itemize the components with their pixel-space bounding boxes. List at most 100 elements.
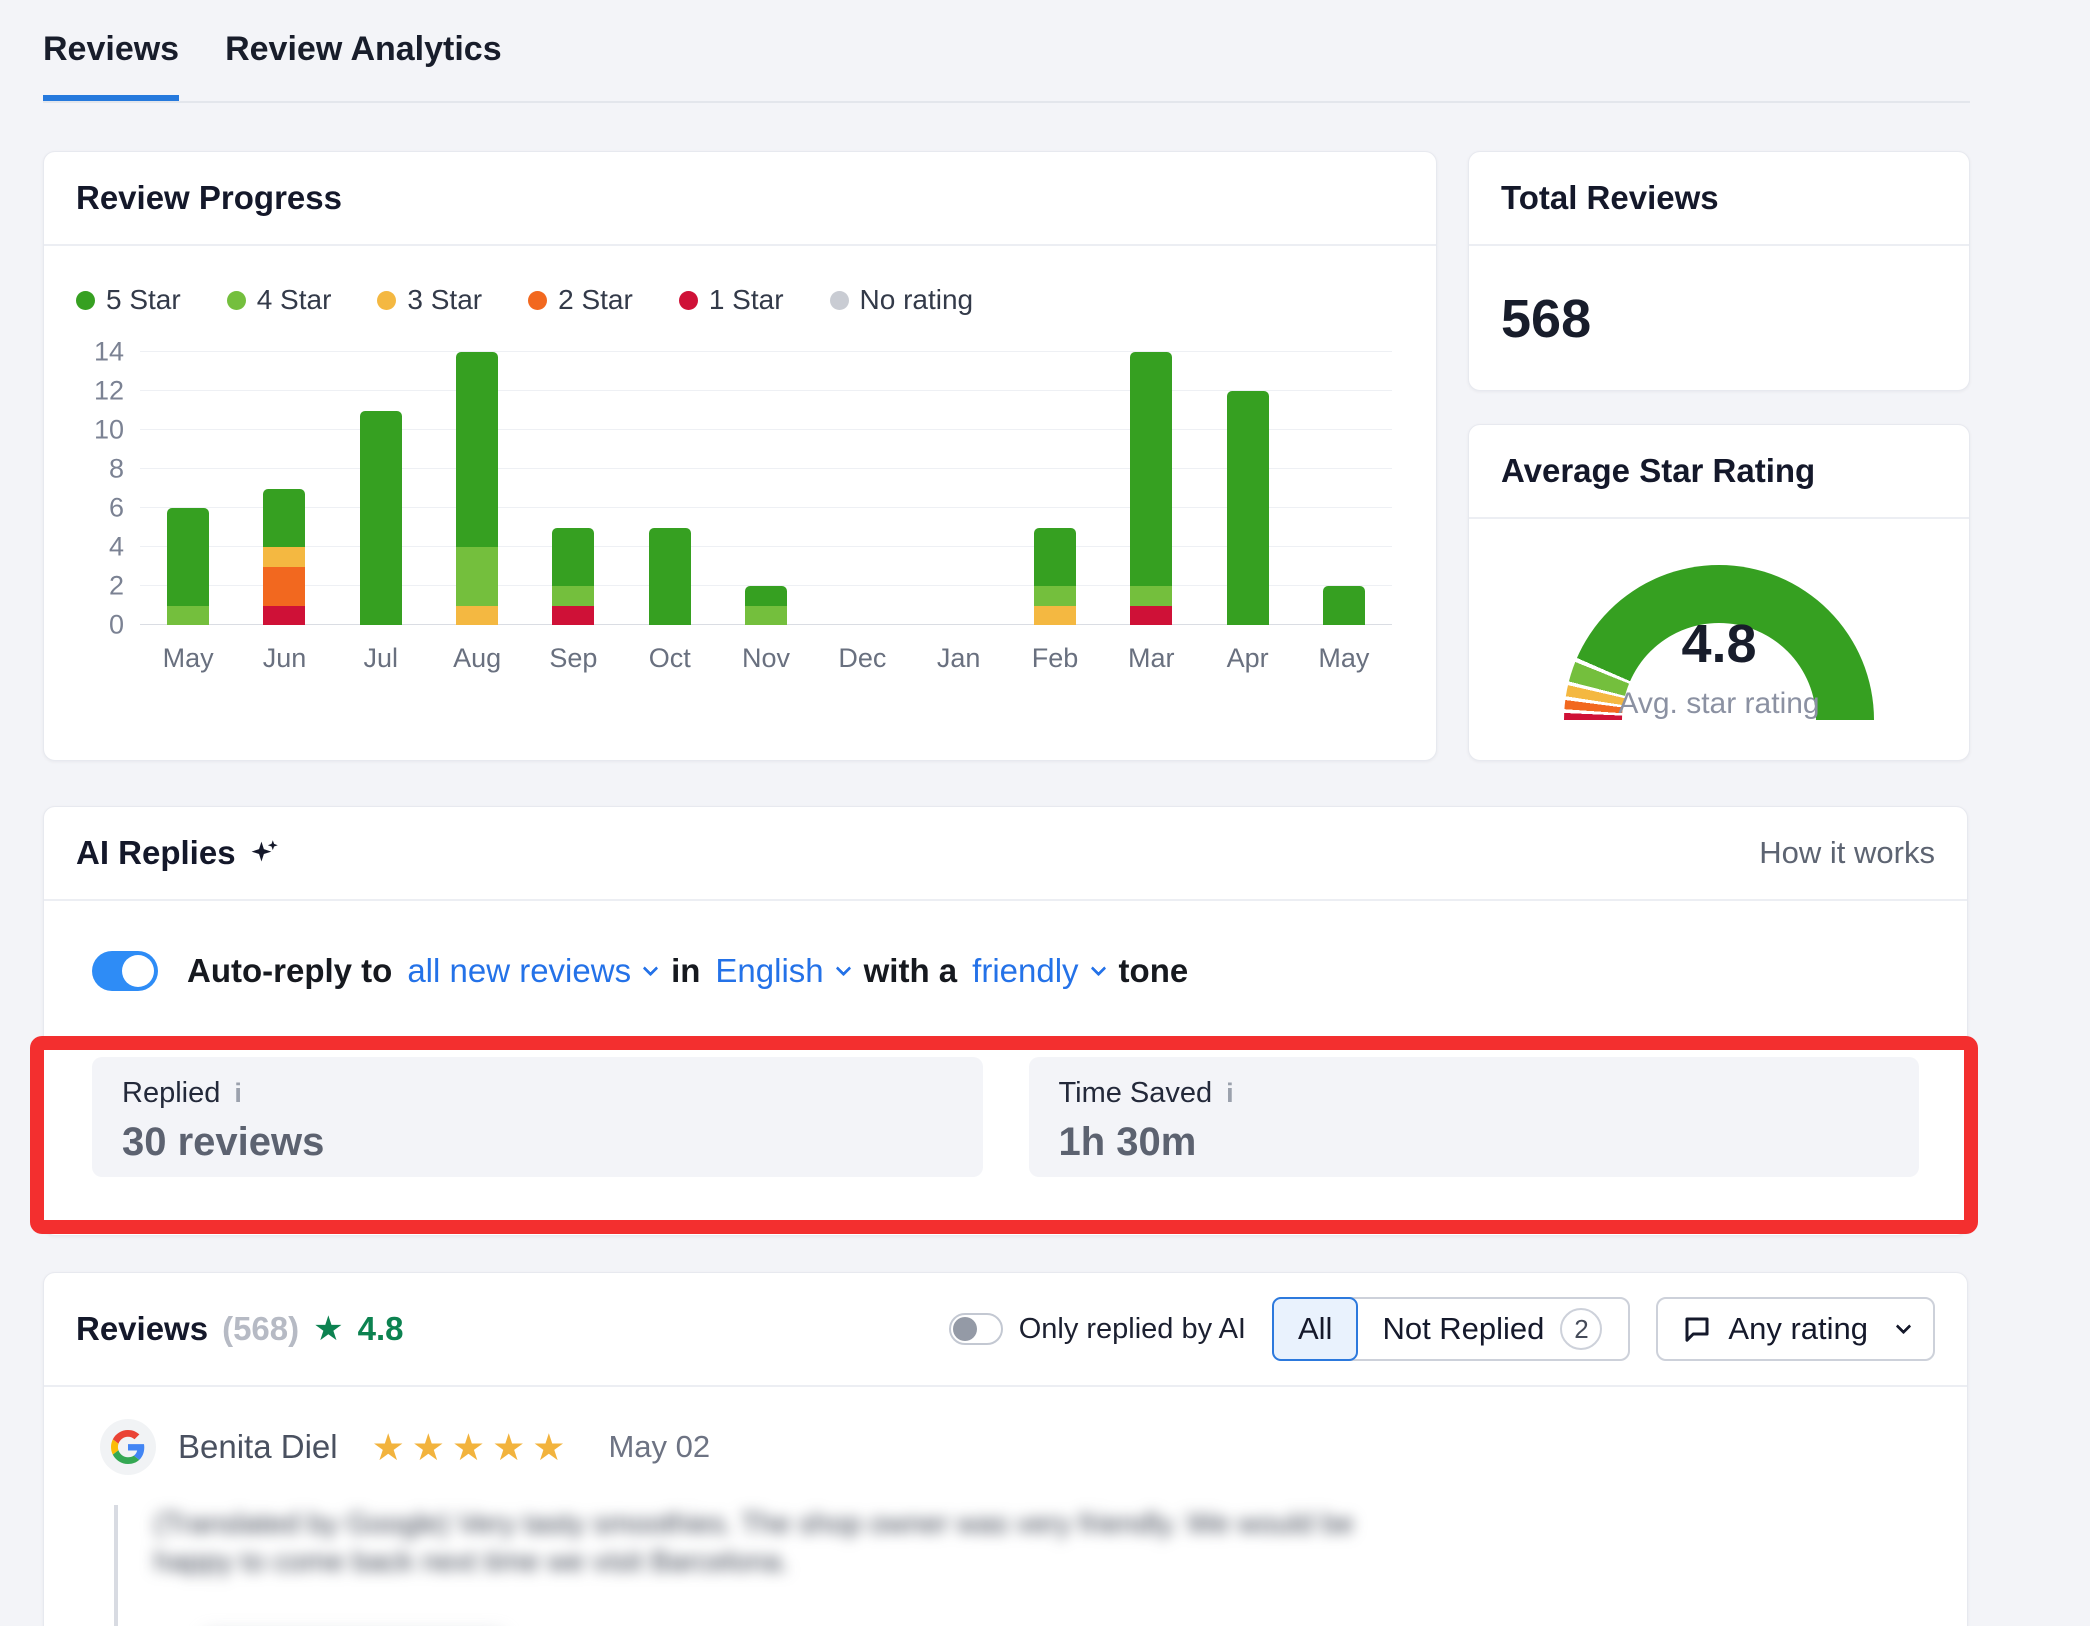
only-ai-label: Only replied by AI bbox=[1019, 1313, 1246, 1346]
rating-filter-dropdown[interactable]: Any rating bbox=[1656, 1297, 1935, 1361]
y-axis-tick: 10 bbox=[78, 415, 124, 446]
review-date: May 02 bbox=[608, 1429, 710, 1465]
legend-item: 1 Star bbox=[679, 284, 784, 316]
ai-replies-title: AI Replies bbox=[76, 834, 236, 872]
chevron-down-icon bbox=[835, 960, 851, 976]
autoreply-scope-dropdown[interactable]: all new reviews bbox=[407, 952, 656, 990]
stacked-bar bbox=[456, 352, 498, 625]
stacked-bar bbox=[263, 489, 305, 626]
reviews-title: Reviews bbox=[76, 1310, 208, 1348]
avg-star-rating-card: Average Star Rating 4.8 Avg. star rating bbox=[1468, 424, 1970, 761]
legend-item: 5 Star bbox=[76, 284, 181, 316]
chevron-down-icon bbox=[643, 960, 659, 976]
legend-dot-icon bbox=[528, 291, 547, 310]
y-axis-tick: 12 bbox=[78, 376, 124, 407]
only-ai-toggle[interactable] bbox=[949, 1313, 1003, 1345]
top-cards-row: Review Progress 5 Star4 Star3 Star2 Star… bbox=[43, 151, 2090, 761]
autoreply-tone-dropdown[interactable]: friendly bbox=[972, 952, 1103, 990]
x-axis-label: Jun bbox=[236, 643, 332, 674]
stacked-bar bbox=[1323, 586, 1365, 625]
time-saved-label: Time Saved bbox=[1059, 1077, 1213, 1110]
tab-reviews[interactable]: Reviews bbox=[43, 30, 179, 101]
info-icon[interactable]: i bbox=[1226, 1078, 1234, 1109]
review-stars: ★★★★★ bbox=[372, 1426, 573, 1469]
x-axis-label: Nov bbox=[718, 643, 814, 674]
star-icon: ★ bbox=[313, 1309, 343, 1349]
bar-segment bbox=[167, 508, 209, 606]
chevron-down-icon bbox=[1090, 960, 1106, 976]
reviews-avg-rating: 4.8 bbox=[358, 1310, 404, 1348]
not-replied-badge: 2 bbox=[1560, 1308, 1602, 1350]
replied-filter-segment: All Not Replied 2 bbox=[1272, 1297, 1630, 1361]
replied-stat-card: Replied i 30 reviews bbox=[92, 1057, 983, 1177]
autoreply-row: Auto-reply to all new reviews in English… bbox=[92, 951, 1919, 991]
bar-segment bbox=[456, 352, 498, 547]
chart-plot: 02468101214 bbox=[140, 352, 1392, 625]
bar-segment bbox=[456, 606, 498, 626]
legend-dot-icon bbox=[227, 291, 246, 310]
chart-area: 02468101214 MayJunJulAugSepOctNovDecJanF… bbox=[44, 316, 1436, 674]
y-axis-tick: 0 bbox=[78, 610, 124, 641]
bar-segment bbox=[552, 586, 594, 606]
bar-segment bbox=[167, 606, 209, 626]
legend-dot-icon bbox=[76, 291, 95, 310]
time-saved-stat-card: Time Saved i 1h 30m bbox=[1029, 1057, 1920, 1177]
x-axis-label: Oct bbox=[622, 643, 718, 674]
stacked-bar bbox=[1034, 528, 1076, 626]
chart-legend: 5 Star4 Star3 Star2 Star1 StarNo rating bbox=[44, 246, 1436, 316]
stacked-bar bbox=[552, 528, 594, 626]
bar-segment bbox=[649, 528, 691, 626]
filter-all-button[interactable]: All bbox=[1272, 1297, 1358, 1361]
autoreply-language-dropdown[interactable]: English bbox=[715, 952, 848, 990]
bar-segment bbox=[456, 547, 498, 606]
bar-segment bbox=[263, 567, 305, 606]
legend-item: 2 Star bbox=[528, 284, 633, 316]
filter-not-replied-button[interactable]: Not Replied 2 bbox=[1356, 1299, 1628, 1359]
reviews-list-card: Reviews (568) ★ 4.8 Only replied by AI A… bbox=[43, 1272, 1968, 1626]
how-it-works-link[interactable]: How it works bbox=[1759, 835, 1935, 871]
reviews-header: Reviews (568) ★ 4.8 Only replied by AI A… bbox=[44, 1273, 1967, 1387]
bar-segment bbox=[1034, 586, 1076, 606]
x-axis-label: Sep bbox=[525, 643, 621, 674]
info-icon[interactable]: i bbox=[234, 1078, 242, 1109]
bar-segment bbox=[552, 528, 594, 587]
y-axis-tick: 14 bbox=[78, 337, 124, 368]
sparkles-icon bbox=[248, 836, 282, 870]
bar-segment bbox=[1130, 586, 1172, 606]
autoreply-toggle[interactable] bbox=[92, 951, 158, 991]
autoreply-with-words: with a bbox=[864, 952, 958, 990]
legend-dot-icon bbox=[830, 291, 849, 310]
x-axis-label: May bbox=[1296, 643, 1392, 674]
legend-item: No rating bbox=[830, 284, 974, 316]
tab-review-analytics[interactable]: Review Analytics bbox=[225, 30, 502, 101]
summary-column: Total Reviews 568 Average Star Rating 4.… bbox=[1468, 151, 1970, 761]
y-axis-tick: 8 bbox=[78, 454, 124, 485]
y-axis-tick: 2 bbox=[78, 571, 124, 602]
ai-replies-card: AI Replies How it works Auto-reply to al… bbox=[43, 806, 1968, 1236]
y-axis-tick: 4 bbox=[78, 532, 124, 563]
google-icon bbox=[100, 1419, 156, 1475]
stacked-bar bbox=[167, 508, 209, 625]
y-axis-tick: 6 bbox=[78, 493, 124, 524]
x-axis-label: Apr bbox=[1199, 643, 1295, 674]
reviewer-name: Benita Diel bbox=[178, 1428, 338, 1466]
bar-segment bbox=[1130, 352, 1172, 586]
bar-segment bbox=[263, 606, 305, 626]
avg-star-rating-title: Average Star Rating bbox=[1469, 425, 1969, 519]
stacked-bar bbox=[649, 528, 691, 626]
bar-segment bbox=[360, 411, 402, 626]
bar-segment bbox=[552, 606, 594, 626]
legend-item: 4 Star bbox=[227, 284, 332, 316]
chart-x-labels: MayJunJulAugSepOctNovDecJanFebMarAprMay bbox=[140, 643, 1392, 674]
bar-segment bbox=[263, 547, 305, 567]
rating-gauge: 4.8 Avg. star rating bbox=[1564, 565, 1874, 723]
x-axis-label: Dec bbox=[814, 643, 910, 674]
autoreply-suffix: tone bbox=[1119, 952, 1189, 990]
bar-segment bbox=[1227, 391, 1269, 625]
total-reviews-value: 568 bbox=[1469, 246, 1969, 392]
autoreply-prefix: Auto-reply to bbox=[187, 952, 392, 990]
bar-segment bbox=[263, 489, 305, 548]
gauge-value: 4.8 bbox=[1564, 613, 1874, 675]
review-item: Benita Diel ★★★★★ May 02 (Translated by … bbox=[44, 1387, 1967, 1626]
bar-segment bbox=[1034, 528, 1076, 587]
